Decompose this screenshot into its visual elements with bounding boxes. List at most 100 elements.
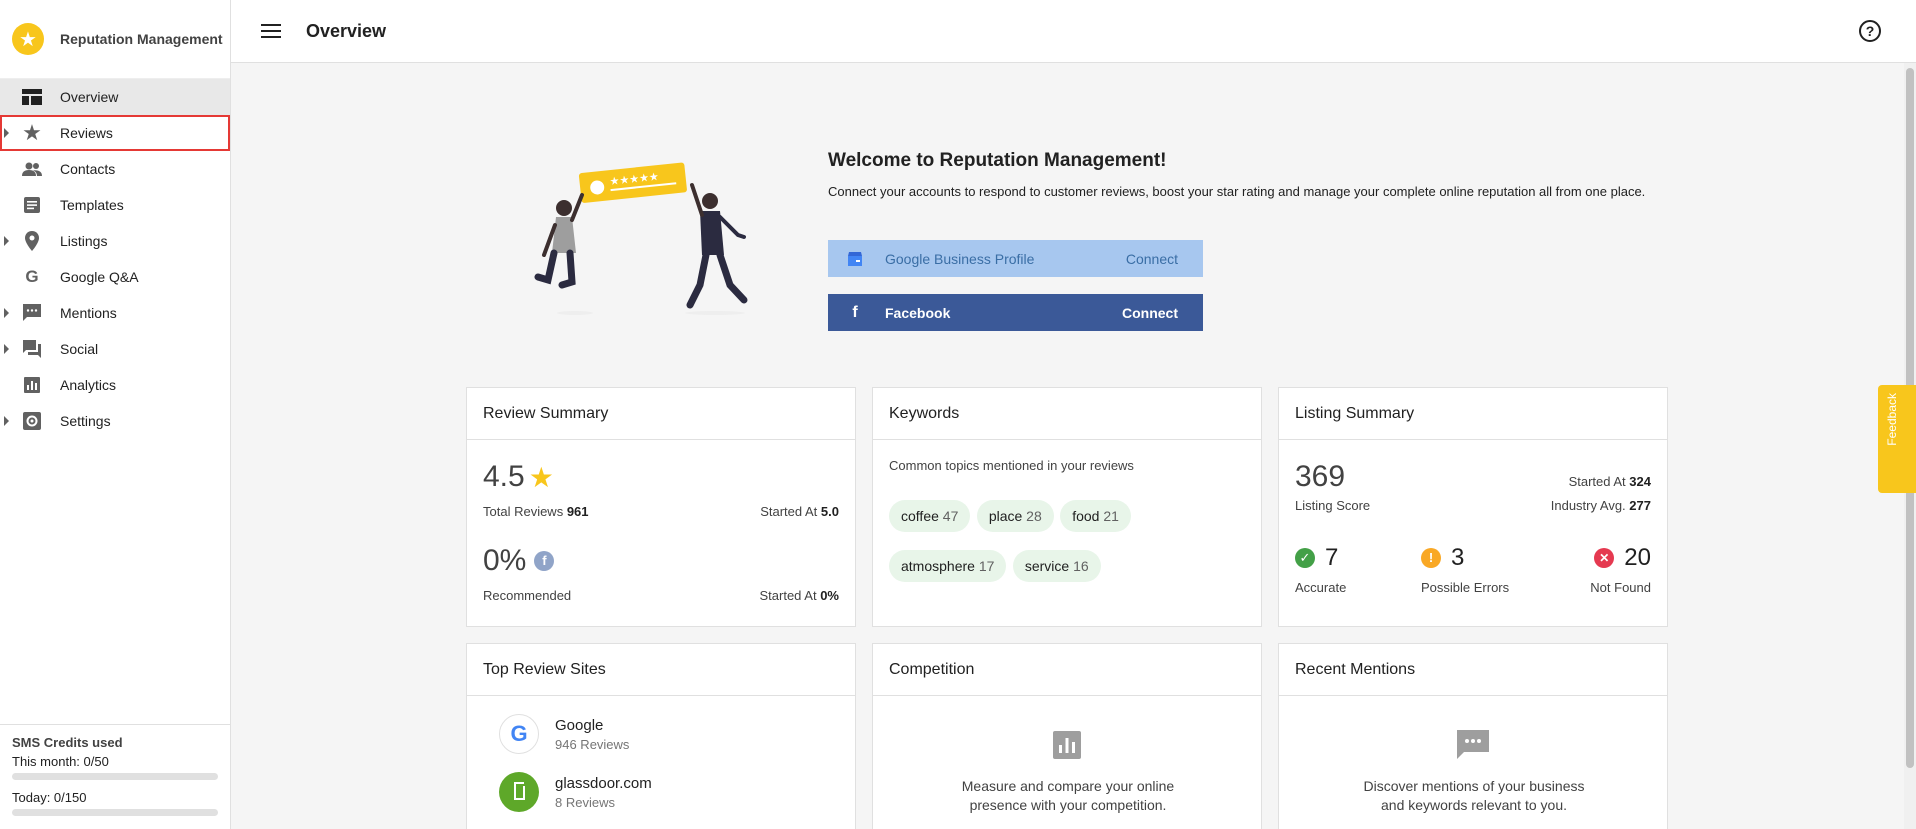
- sms-today-progress: [12, 809, 218, 816]
- facebook-connect-label: Connect: [1122, 304, 1178, 321]
- keyword-word: coffee: [901, 508, 939, 524]
- expand-caret-icon[interactable]: [4, 308, 9, 318]
- keyword-chip[interactable]: food 21: [1060, 500, 1131, 532]
- feedback-tab[interactable]: Feedback: [1878, 385, 1916, 493]
- google-business-profile-connect-button[interactable]: Google Business Profile Connect: [828, 240, 1203, 277]
- keyword-chip[interactable]: coffee 47: [889, 500, 971, 532]
- bar-chart-icon: [1053, 731, 1081, 764]
- hamburger-menu-icon[interactable]: [261, 20, 281, 42]
- sidebar-item-reviews[interactable]: ★ Reviews: [0, 115, 230, 151]
- accurate-value: 7: [1325, 544, 1339, 571]
- error-circle-icon: ✕: [1594, 548, 1615, 568]
- settings-icon: [21, 410, 43, 432]
- brand[interactable]: ★ Reputation Management: [0, 0, 230, 79]
- keyword-count: 17: [978, 558, 995, 574]
- sms-month-text: This month: 0/50: [12, 754, 109, 769]
- welcome-section: Welcome to Reputation Management! Connec…: [828, 150, 1648, 201]
- welcome-text: Connect your accounts to respond to cust…: [828, 184, 1646, 199]
- total-reviews-label: Total Reviews: [483, 504, 564, 519]
- card-title: Top Review Sites: [467, 644, 855, 696]
- keyword-chips: coffee 47 place 28 food 21 atmosphere 17…: [889, 500, 1249, 582]
- document-icon: [21, 194, 43, 216]
- site-reviews: 946 Reviews: [555, 736, 630, 752]
- review-site-row[interactable]: glassdoor.com 8 Reviews: [499, 772, 652, 812]
- sidebar-item-overview[interactable]: Overview: [0, 79, 230, 115]
- site-reviews: 8 Reviews: [555, 794, 615, 810]
- sidebar-item-label: Contacts: [60, 161, 116, 177]
- gbp-connect-label: Connect: [1125, 250, 1178, 267]
- sidebar-item-listings[interactable]: Listings: [0, 223, 230, 259]
- mentions-text-2: and keywords relevant to you.: [1381, 797, 1567, 813]
- gbp-label: Google Business Profile: [885, 250, 1035, 267]
- sidebar-item-label: Analytics: [60, 377, 117, 393]
- sms-month-progress: [12, 773, 218, 780]
- expand-caret-icon[interactable]: [4, 128, 9, 138]
- sms-title: SMS Credits used: [12, 735, 123, 750]
- dashboard-icon: [21, 86, 43, 108]
- keyword-count: 47: [942, 508, 959, 524]
- industry-avg: Industry Avg. 277: [1551, 498, 1651, 513]
- sidebar-item-label: Google Q&A: [60, 269, 139, 285]
- welcome-title: Welcome to Reputation Management!: [828, 150, 1167, 171]
- keyword-word: service: [1024, 558, 1070, 574]
- sidebar-item-analytics[interactable]: Analytics: [0, 367, 230, 403]
- top-review-sites-card: Top Review Sites G Google 946 Reviews gl…: [466, 643, 856, 829]
- facebook-label: Facebook: [885, 304, 951, 321]
- keyword-chip[interactable]: place 28: [976, 500, 1054, 532]
- sidebar-item-contacts[interactable]: Contacts: [0, 151, 230, 187]
- welcome-illustration: ★★★★★: [530, 155, 760, 315]
- sidebar-item-templates[interactable]: Templates: [0, 187, 230, 223]
- feedback-label: Feedback: [1885, 393, 1899, 446]
- competition-text-1: Measure and compare your online: [961, 778, 1175, 794]
- sidebar-item-label: Settings: [60, 413, 111, 429]
- sidebar-item-google-qa[interactable]: G Google Q&A: [0, 259, 230, 295]
- facebook-connect-button[interactable]: f Facebook Connect: [828, 294, 1203, 331]
- errors-label: Possible Errors: [1421, 580, 1510, 595]
- warning-circle-icon: !: [1421, 548, 1441, 568]
- bar-chart-icon: [21, 374, 43, 396]
- top-bar: Overview ?: [231, 0, 1916, 63]
- expand-caret-icon[interactable]: [4, 344, 9, 354]
- recent-mentions-card: Recent Mentions Discover mentions of you…: [1278, 643, 1668, 829]
- recommended-label: Recommended: [483, 588, 572, 603]
- card-title: Keywords: [873, 388, 1261, 440]
- sidebar-item-label: Listings: [60, 233, 108, 249]
- google-logo-icon: G: [499, 714, 539, 754]
- chat-bubble-icon: [21, 302, 43, 324]
- keyword-chip[interactable]: service 16: [1012, 550, 1101, 582]
- keyword-chip[interactable]: atmosphere 17: [889, 550, 1007, 582]
- started-at: Started At 5.0: [760, 504, 839, 519]
- card-title: Recent Mentions: [1279, 644, 1667, 696]
- star-logo-icon: ★: [12, 23, 44, 55]
- help-circle-icon[interactable]: ?: [1859, 20, 1881, 42]
- sidebar-item-mentions[interactable]: Mentions: [0, 295, 230, 331]
- keyword-word: place: [988, 508, 1023, 524]
- sidebar-item-social[interactable]: Social: [0, 331, 230, 367]
- app-name: Reputation Management: [60, 31, 223, 47]
- not-found-label: Not Found: [1590, 580, 1651, 595]
- card-title: Review Summary: [467, 388, 855, 440]
- sidebar-item-label: Social: [60, 341, 99, 357]
- site-name: glassdoor.com: [555, 774, 652, 792]
- expand-caret-icon[interactable]: [4, 236, 9, 246]
- sms-today-text: Today: 0/150: [12, 790, 87, 805]
- sidebar-item-label: Reviews: [60, 125, 113, 141]
- industry-avg-label: Industry Avg.: [1550, 498, 1626, 513]
- facebook-icon: f: [534, 551, 555, 571]
- started-at-2: Started At 0%: [759, 588, 839, 603]
- keyword-word: food: [1072, 508, 1100, 524]
- site-name: Google: [555, 716, 604, 734]
- expand-caret-icon[interactable]: [4, 416, 9, 426]
- review-site-row[interactable]: G Google 946 Reviews: [499, 714, 629, 754]
- sidebar-item-label: Mentions: [60, 305, 117, 321]
- facebook-icon: f: [852, 303, 858, 321]
- review-summary-card: Review Summary 4.5 ★ Total Reviews 961 S…: [466, 387, 856, 627]
- started-at: Started At 324: [1569, 474, 1651, 489]
- keyword-count: 16: [1073, 558, 1089, 574]
- accurate-label: Accurate: [1295, 580, 1347, 595]
- competition-text-2: presence with your competition.: [969, 797, 1167, 813]
- card-title: Listing Summary: [1279, 388, 1667, 440]
- sidebar-item-settings[interactable]: Settings: [0, 403, 230, 439]
- keyword-count: 28: [1026, 508, 1042, 524]
- google-business-icon: [846, 250, 864, 268]
